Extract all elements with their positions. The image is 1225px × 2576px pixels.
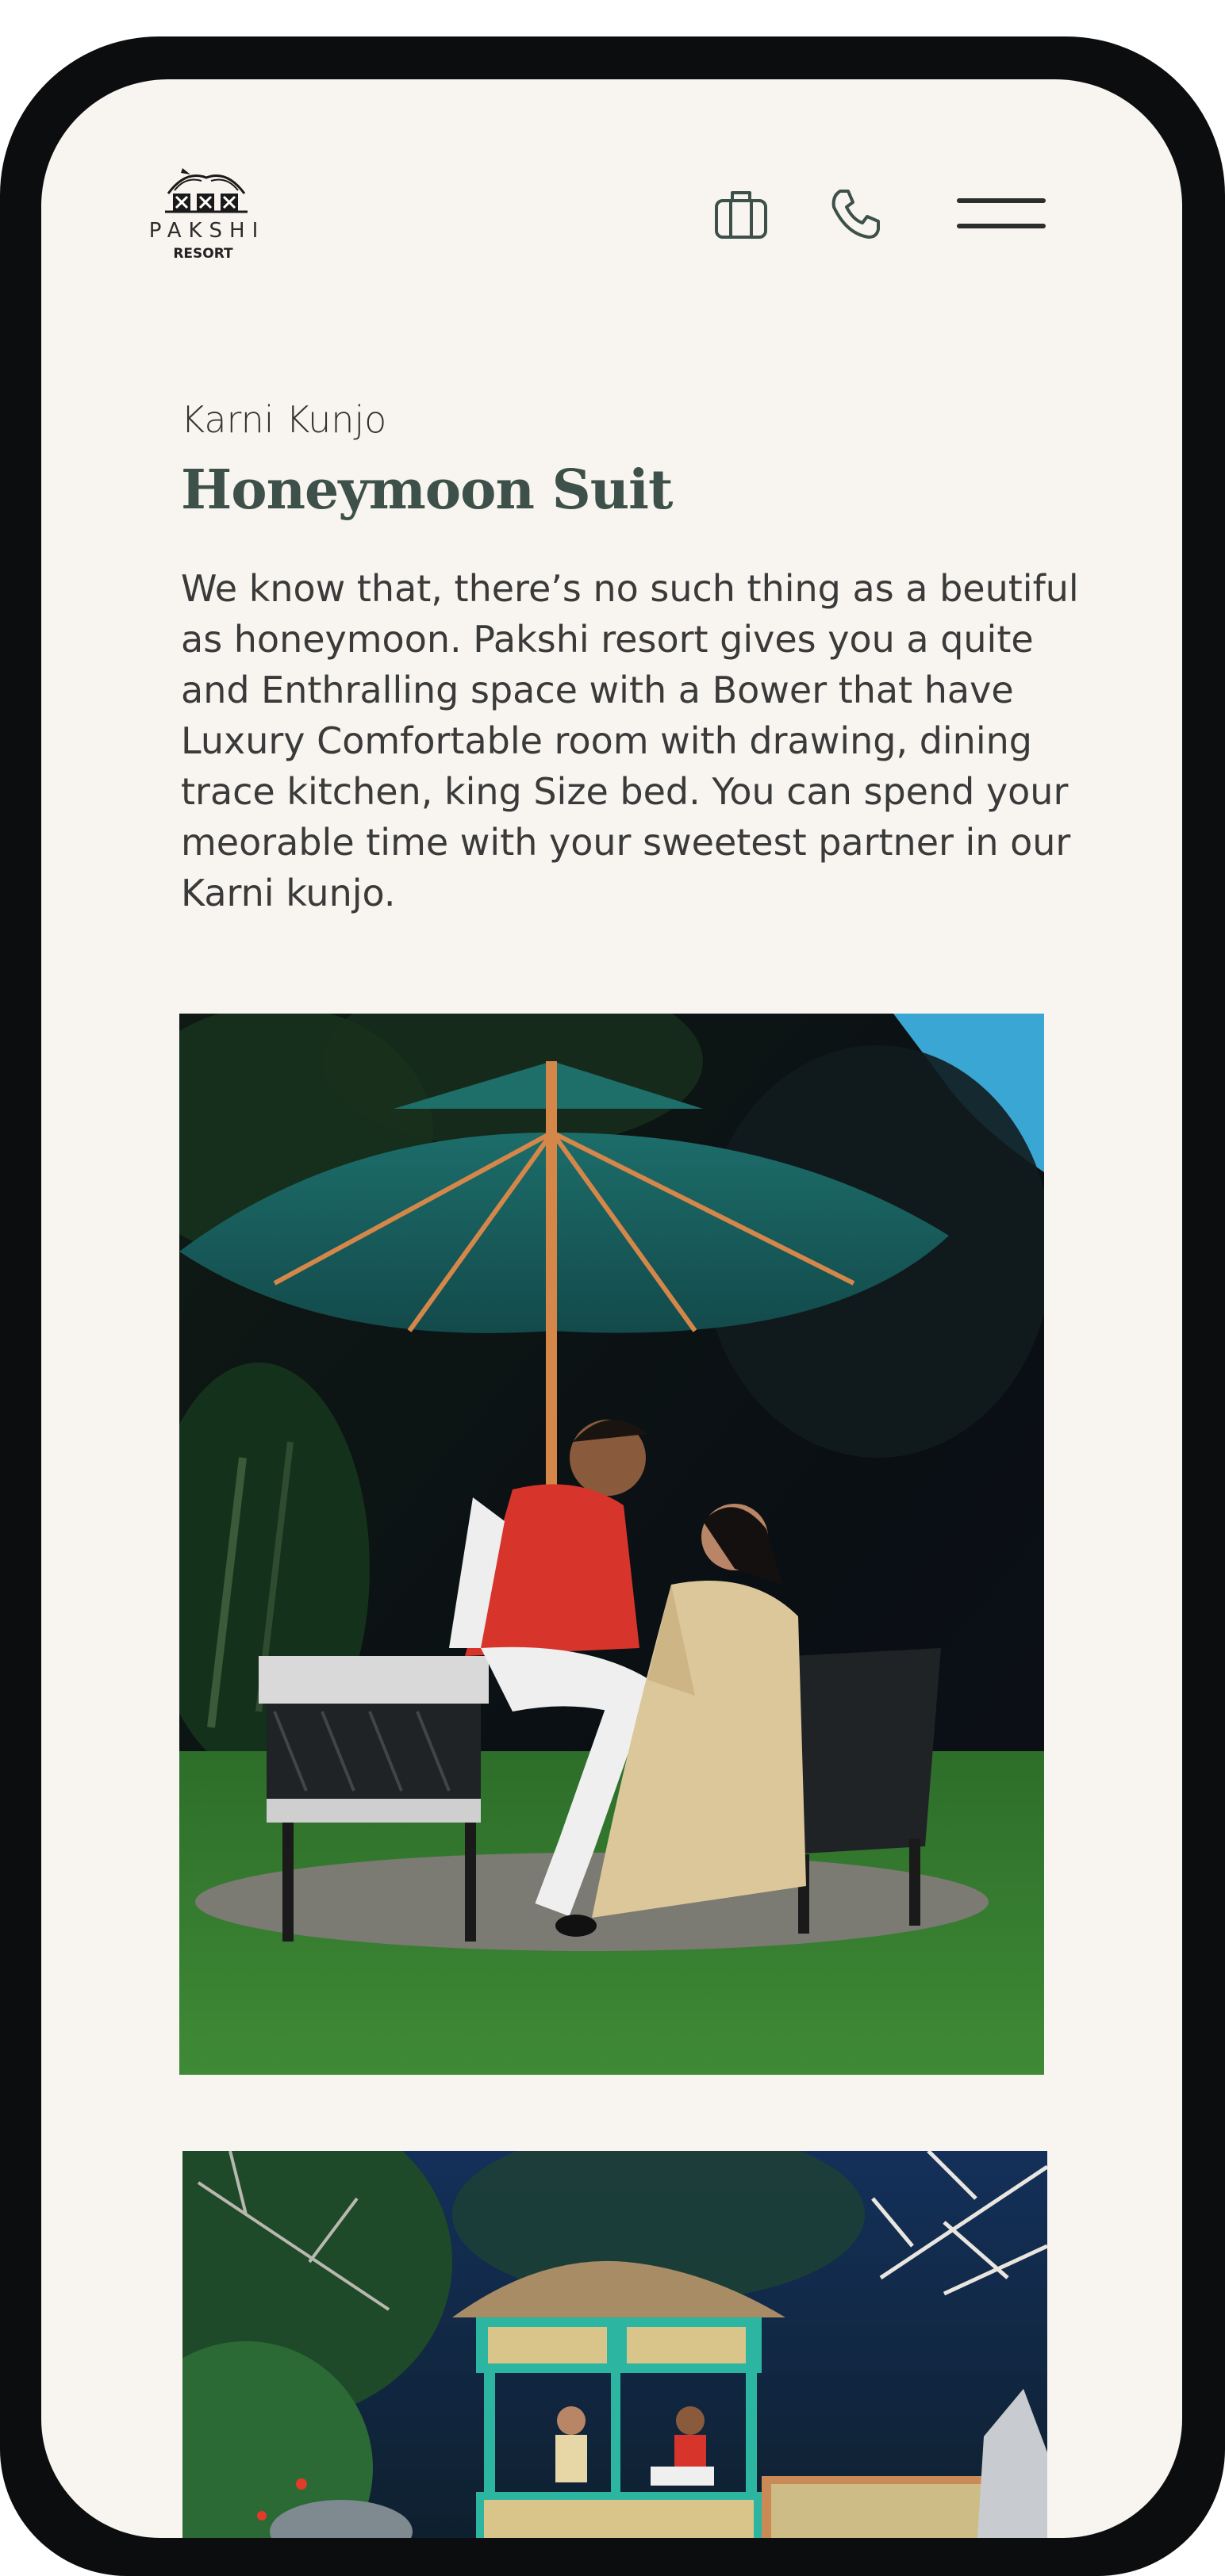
suitcase-button[interactable] (709, 182, 773, 246)
logo-emblem-icon (165, 168, 248, 213)
suitcase-icon (715, 191, 767, 239)
menu-button[interactable] (950, 182, 1050, 246)
couple-umbrella-photo (179, 1014, 1044, 2075)
couple-gazebo-photo (182, 2151, 1047, 2538)
menu-icon-bar (957, 224, 1046, 228)
call-button[interactable] (824, 182, 887, 246)
screen: PAKSHI RESORT Karni Kunjo Honeymoon Suit… (41, 79, 1182, 2538)
logo[interactable]: PAKSHI RESORT (140, 167, 275, 262)
phone-icon (831, 190, 880, 239)
suite-description: We know that, there’s no such thing as a… (181, 567, 1079, 914)
page-title: Honeymoon Suit (181, 458, 673, 522)
suite-subtitle: Karni Kunjo (181, 398, 387, 441)
logo-wordmark: PAKSHI (148, 219, 266, 243)
menu-icon (957, 198, 1046, 203)
logo-subtitle: RESORT (173, 246, 233, 262)
